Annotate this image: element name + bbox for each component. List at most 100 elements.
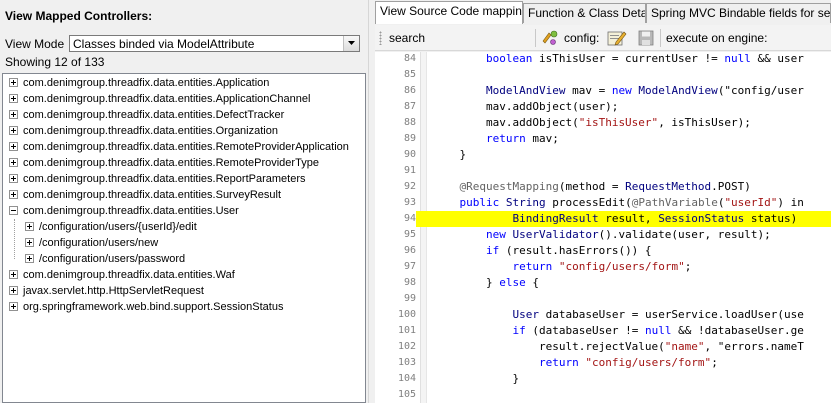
view-mode-selected-value: Classes binded via ModelAttribute	[73, 37, 255, 51]
expand-icon[interactable]	[9, 158, 18, 167]
line-number: 88	[403, 117, 416, 128]
expand-icon[interactable]	[25, 254, 34, 263]
tree-node-label: com.denimgroup.threadfix.data.entities.U…	[23, 205, 239, 217]
code-line: 88 mav.addObject("isThisUser", isThisUse…	[375, 115, 831, 131]
expand-icon[interactable]	[9, 78, 18, 87]
expand-icon[interactable]	[9, 174, 18, 183]
line-number: 92	[403, 181, 416, 192]
code-text: @RequestMapping(method = RequestMethod.P…	[459, 180, 751, 193]
tab-source-code-mappings[interactable]: View Source Code mappings	[375, 1, 523, 24]
toolbar: search config: execute on engine:	[375, 25, 831, 51]
line-number: 98	[403, 277, 416, 288]
code-line: 90 }	[375, 147, 831, 163]
toolbar-separator	[660, 29, 661, 47]
tree-node-label: com.denimgroup.threadfix.data.entities.O…	[23, 125, 278, 137]
config-icon-graphic	[542, 30, 558, 45]
expand-icon[interactable]	[9, 302, 18, 311]
config-label: config:	[564, 31, 600, 45]
expand-icon[interactable]	[25, 238, 34, 247]
source-code-view[interactable]: 84 boolean isThisUser = currentUser != n…	[375, 52, 831, 403]
code-line: 91	[375, 163, 831, 179]
tree-node-label: com.denimgroup.threadfix.data.entities.R…	[23, 173, 306, 185]
line-number: 100	[397, 309, 416, 320]
code-text: }	[433, 372, 520, 385]
code-line-highlighted: 94 BindingResult result, SessionStatus s…	[375, 211, 831, 227]
config-icon[interactable]	[541, 30, 559, 49]
tree-node-label: /configuration/users/password	[39, 253, 186, 265]
search-label: search	[389, 31, 426, 45]
execute-on-engine-label: execute on engine:	[666, 31, 768, 45]
code-text: ModelAndView mav = new ModelAndView("con…	[485, 84, 804, 97]
line-number: 90	[403, 149, 416, 160]
code-line: 103 return "config/users/form";	[375, 355, 831, 371]
right-panel: View Source Code mappings Function & Cla…	[373, 0, 831, 403]
tree-node-label: /configuration/users/new	[39, 237, 159, 249]
tree-connector	[14, 219, 15, 259]
code-line: 104 }	[375, 371, 831, 387]
line-number: 102	[397, 341, 416, 352]
tab-spring-mvc-bindable-fields[interactable]: Spring MVC Bindable fields for selecte	[646, 3, 831, 23]
code-line: 105	[375, 387, 831, 403]
code-line: 95 new UserValidator().validate(user, re…	[375, 227, 831, 243]
controller-tree[interactable]: com.denimgroup.threadfix.data.entities.A…	[2, 73, 366, 403]
code-line: 86 ModelAndView mav = new ModelAndView("…	[375, 83, 831, 99]
collapse-icon[interactable]	[9, 206, 18, 215]
view-mode-label: View Mode	[5, 37, 65, 51]
showing-count: Showing 12 of 133	[5, 55, 105, 69]
save-icon[interactable]	[638, 30, 654, 49]
expand-icon[interactable]	[9, 270, 18, 279]
expand-icon[interactable]	[9, 190, 18, 199]
code-text: public String processEdit(@PathVariable(…	[459, 196, 804, 209]
save-icon-graphic	[638, 30, 654, 46]
line-number: 85	[403, 69, 416, 80]
expand-icon[interactable]	[9, 142, 18, 151]
code-text: return mav;	[485, 132, 559, 145]
tab-function-class-details[interactable]: Function & Class Details	[523, 3, 646, 23]
expand-icon[interactable]	[9, 126, 18, 135]
tree-node-label: com.denimgroup.threadfix.data.entities.A…	[23, 93, 311, 105]
line-number: 99	[403, 293, 416, 304]
search-input[interactable]	[431, 29, 531, 47]
code-text: mav.addObject(user);	[433, 100, 619, 113]
line-number: 89	[403, 133, 416, 144]
line-number: 94	[375, 211, 416, 227]
code-line: 98 } else {	[375, 275, 831, 291]
line-number: 103	[397, 357, 416, 368]
left-panel: View Mapped Controllers: View Mode Class…	[0, 0, 368, 403]
edit-config-icon[interactable]	[607, 29, 627, 50]
expand-icon[interactable]	[9, 110, 18, 119]
code-line: 100 User databaseUser = userService.load…	[375, 307, 831, 323]
line-number: 91	[403, 165, 416, 176]
edit-config-icon-graphic	[607, 31, 627, 46]
tree-node-label: com.denimgroup.threadfix.data.entities.R…	[23, 157, 319, 169]
code-text: if (databaseUser != null && !databaseUse…	[512, 324, 804, 337]
code-text: }	[433, 148, 467, 161]
code-text: boolean isThisUser = currentUser != null…	[485, 52, 804, 65]
line-number: 101	[397, 325, 416, 336]
code-text: BindingResult result, SessionStatus stat…	[512, 212, 798, 225]
code-line: 92 @RequestMapping(method = RequestMetho…	[375, 179, 831, 195]
code-line: 96 if (result.hasErrors()) {	[375, 243, 831, 259]
expand-icon[interactable]	[9, 94, 18, 103]
expand-icon[interactable]	[25, 222, 34, 231]
code-line: 97 return "config/users/form";	[375, 259, 831, 275]
code-line: 85	[375, 67, 831, 83]
code-line: 89 return mav;	[375, 131, 831, 147]
code-line: 93 public String processEdit(@PathVariab…	[375, 195, 831, 211]
line-number: 86	[403, 85, 416, 96]
code-line: 102 result.rejectValue("name", "errors.n…	[375, 339, 831, 355]
tab-strip: View Source Code mappings Function & Cla…	[373, 0, 831, 24]
code-line: 99	[375, 291, 831, 307]
expand-icon[interactable]	[9, 286, 18, 295]
dropdown-button[interactable]	[343, 36, 359, 51]
line-number: 96	[403, 245, 416, 256]
code-line: 101 if (databaseUser != null && !databas…	[375, 323, 831, 339]
code-text: result.rejectValue("name", "errors.nameT	[433, 340, 804, 353]
line-number: 87	[403, 101, 416, 112]
toolbar-separator	[535, 29, 536, 47]
code-line: 84 boolean isThisUser = currentUser != n…	[375, 52, 831, 67]
panel-title: View Mapped Controllers:	[5, 9, 153, 23]
toolbar-grip[interactable]	[379, 31, 382, 45]
tree-node-label: /configuration/users/{userId}/edit	[39, 221, 197, 233]
view-mode-select[interactable]: Classes binded via ModelAttribute	[69, 35, 360, 52]
